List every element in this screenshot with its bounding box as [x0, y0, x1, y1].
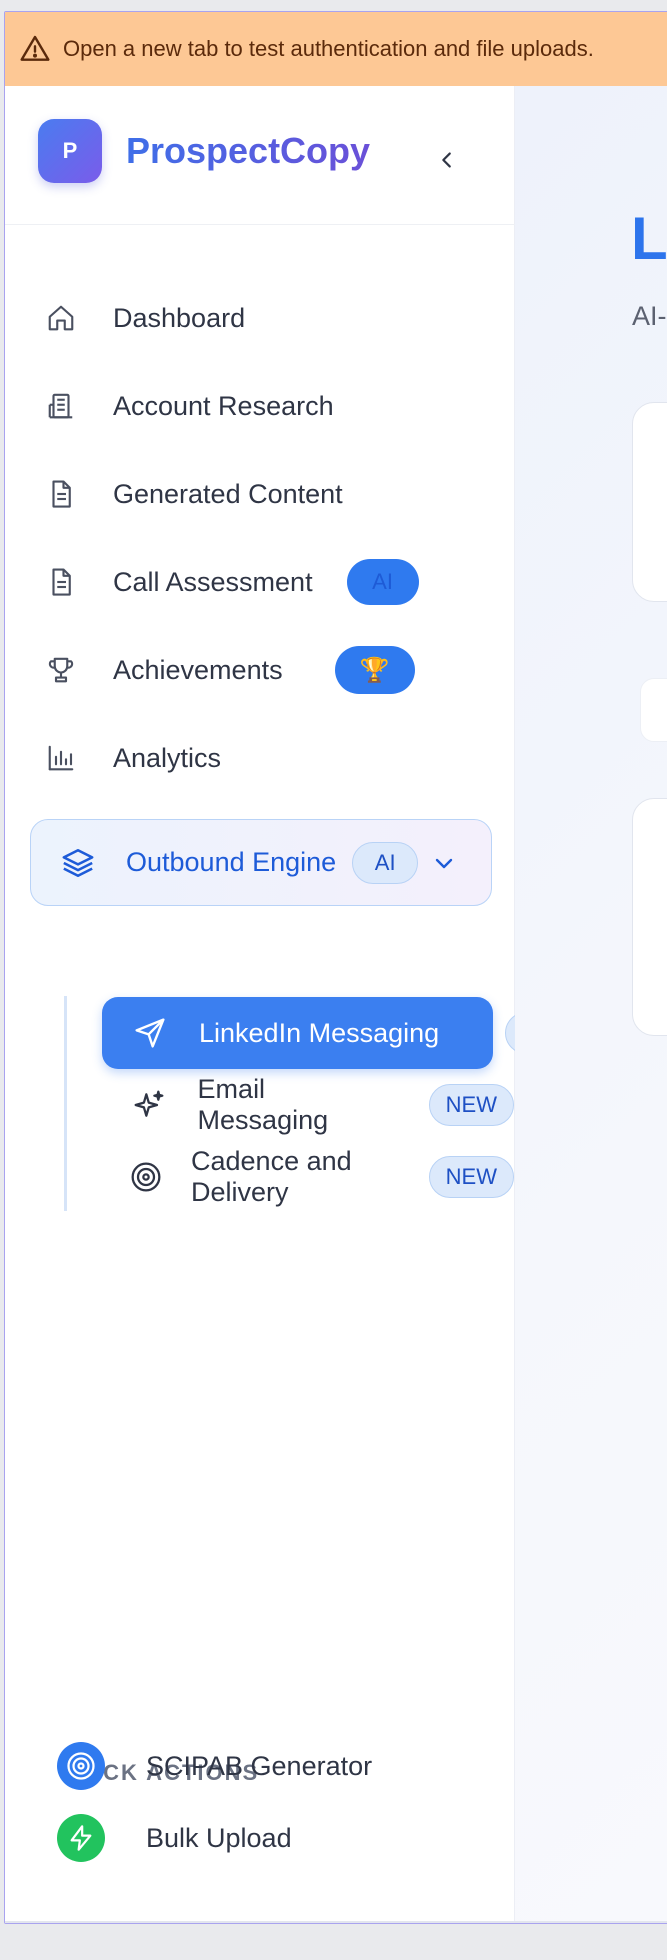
app-window: Open a new tab to test authentication an…: [4, 11, 667, 1924]
target-icon: [57, 1742, 105, 1790]
lightning-icon: [57, 1814, 105, 1862]
nav-item-label: Generated Content: [113, 478, 343, 509]
warning-text: Open a new tab to test authentication an…: [63, 36, 594, 61]
submenu-item-cadence-and-delivery[interactable]: Cadence and Delivery NEW: [130, 1142, 514, 1212]
submenu-item-email-messaging[interactable]: Email Messaging NEW: [130, 1070, 514, 1140]
main-content: Li AI-: [515, 86, 667, 1923]
nav-item-dashboard[interactable]: Dashboard: [41, 286, 491, 350]
warning-icon: [20, 35, 50, 61]
send-icon: [130, 1013, 170, 1053]
chevron-left-icon: [442, 152, 451, 168]
sparkles-icon: [130, 1085, 169, 1125]
bar-chart-icon: [41, 738, 81, 778]
app-name: ProspectCopy: [126, 130, 371, 171]
nav-item-call-assessment[interactable]: Call Assessment AI: [41, 550, 491, 614]
quick-action-label: SCIPAB Generator: [146, 1750, 373, 1781]
quick-action-label: Bulk Upload: [146, 1822, 292, 1853]
home-icon: [41, 298, 81, 338]
divider: [5, 1921, 667, 1923]
content-card: [632, 402, 667, 602]
nav-item-label: Call Assessment: [113, 566, 313, 597]
nav-item-label: Account Research: [113, 390, 334, 421]
nav-item-label: Analytics: [113, 742, 222, 773]
submenu-guide-line: [64, 996, 67, 1211]
nav-item-achievements[interactable]: Achievements 🏆: [41, 638, 491, 702]
layers-icon: [58, 843, 98, 883]
building-icon: [41, 386, 81, 426]
content-bar: [640, 678, 667, 742]
trophy-icon: [41, 650, 81, 690]
sidebar: P ProspectCopy Dashboard Account Researc…: [5, 86, 571, 1923]
warning-banner: Open a new tab to test authentication an…: [5, 12, 667, 86]
document-icon: [41, 474, 81, 514]
ai-badge: AI: [346, 559, 419, 605]
ai-badge: AI: [352, 841, 419, 884]
nav-item-analytics[interactable]: Analytics: [41, 726, 491, 790]
quick-action-bulk-upload[interactable]: Bulk Upload: [57, 1812, 292, 1864]
new-badge: NEW: [428, 1156, 514, 1198]
nav-item-outbound-engine[interactable]: Outbound Engine AI: [30, 819, 492, 906]
content-card: [632, 798, 667, 1036]
quick-action-scipab-generator[interactable]: SCIPAB Generator: [57, 1740, 372, 1792]
nav-item-generated-content[interactable]: Generated Content: [41, 462, 491, 526]
submenu-item-label: LinkedIn Messaging: [199, 1017, 440, 1048]
target-icon: [130, 1157, 162, 1197]
app-logo[interactable]: P: [38, 119, 102, 183]
document-icon: [41, 562, 81, 602]
nav-item-label: Outbound Engine: [126, 847, 337, 877]
collapse-sidebar-button[interactable]: [433, 146, 461, 174]
new-badge: NEW: [428, 1084, 514, 1126]
nav-item-label: Dashboard: [113, 302, 246, 333]
page-title: Li: [631, 205, 667, 272]
chevron-down-icon[interactable]: [432, 851, 456, 875]
submenu-item-label: Cadence and Delivery: [191, 1146, 352, 1207]
brand-header: P ProspectCopy: [5, 86, 515, 225]
nav-item-account-research[interactable]: Account Research: [41, 374, 491, 438]
submenu-item-linkedin-messaging[interactable]: LinkedIn Messaging: [102, 997, 493, 1069]
submenu-item-label: Email Messaging: [197, 1074, 329, 1135]
trophy-badge: 🏆: [334, 646, 415, 694]
nav-item-label: Achievements: [113, 654, 283, 685]
page-subtitle: AI-: [632, 301, 667, 331]
